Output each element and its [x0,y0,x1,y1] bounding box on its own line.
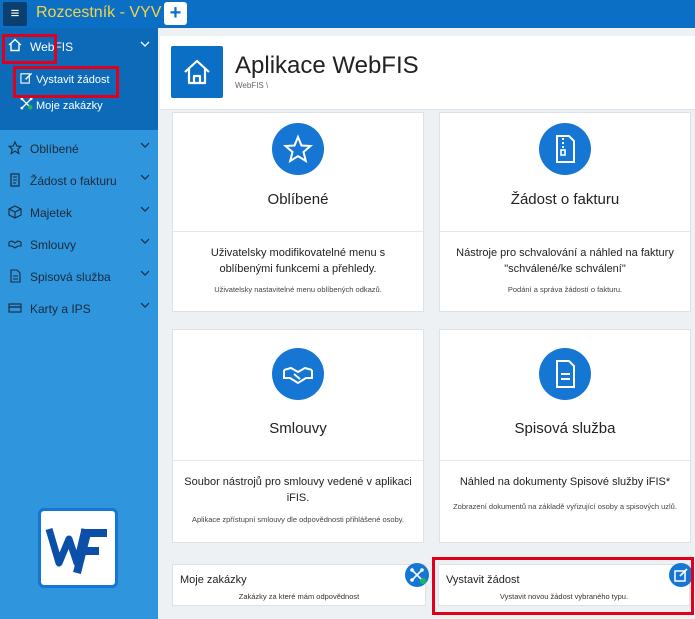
card-icon-circle [272,123,324,175]
sidebar-item-label: WebFIS [30,40,74,54]
card-subtext: Aplikace zpřístupní smlouvy dle odpovědn… [191,515,405,524]
chevron-down-icon[interactable] [140,268,150,278]
card-title: Oblíbené [267,191,329,208]
mini-card-vystavit-zadost[interactable]: Vystavit žádost Vystavit novou žádost vy… [438,563,693,606]
card-title: Smlouvy [269,420,327,437]
card-title: Žádost o fakturu [510,191,620,208]
chevron-down-icon[interactable] [140,300,150,310]
breadcrumb[interactable]: WebFIS \ [235,81,268,90]
network-icon [20,97,33,110]
mini-card-subtext: Zakázky za které mám odpovědnost [238,592,360,601]
card-icon-circle [539,348,591,400]
card-description: Náhled na dokumenty Spisové služby iFIS* [459,476,671,488]
card-icon-circle [539,123,591,175]
chevron-down-icon[interactable] [140,140,150,150]
page-header: Aplikace WebFIS WebFIS \ [160,36,695,110]
mini-card-moje-zakazky[interactable]: Moje zakázky Zakázky za které mám odpově… [172,563,429,606]
sidebar-item-majetek[interactable]: Majetek [0,196,158,228]
sidebar-subitem-label: Vystavit žádost [36,74,110,86]
mini-card-title: Moje zakázky [180,574,247,586]
zip-file-icon [556,135,575,163]
chevron-down-icon[interactable] [140,39,150,49]
mini-card-subtext: Vystavit novou žádost vybraného typu. [499,592,629,601]
card-divider [173,460,423,461]
card-subtext: Uživatelsky nastavitelné menu oblíbených… [214,285,382,294]
card-oblibene[interactable]: Oblíbené Uživatelsky modifikovatelné men… [172,112,424,312]
hamburger-icon[interactable]: ≡ [3,2,27,26]
document-icon [556,360,575,388]
sidebar-item-oblibene[interactable]: Oblíbené [0,132,158,164]
handshake-icon [8,240,22,249]
invoice-icon [10,173,20,187]
sidebar-item-smlouvy[interactable]: Smlouvy [0,228,158,260]
chevron-down-icon[interactable] [140,204,150,214]
mini-card-title: Vystavit žádost [446,574,520,586]
card-spisova-sluzba[interactable]: Spisová služba Náhled na dokumenty Spiso… [439,329,691,543]
top-bar: ≡ Rozcestník - VYV + [0,0,695,28]
card-title: Spisová služba [514,420,616,437]
sidebar-subitem-vystavit-zadost[interactable]: Vystavit žádost [0,68,158,90]
sidebar-subitem-label: Moje zakázky [36,100,103,112]
card-divider [173,231,423,232]
mini-card-badge [405,563,429,587]
home-icon [184,59,210,85]
sidebar-subitem-moje-zakazky[interactable]: Moje zakázky [0,94,158,116]
webfis-logo-icon [45,528,107,574]
sidebar: WebFIS Vystavit žádost Moje zakázky Oblí… [0,28,158,619]
document-icon [10,269,21,283]
card-smlouvy[interactable]: Smlouvy Soubor nástrojů pro smlouvy vede… [172,329,424,543]
app-title: Rozcestník - VYV [36,4,162,21]
card-zadost-o-fakturu[interactable]: Žádost o fakturu Nástroje pro schvalován… [439,112,691,312]
card-description: Uživatelsky modifikovatelné menu s oblíb… [210,247,386,275]
home-tile[interactable] [171,46,223,98]
chevron-down-icon[interactable] [140,172,150,182]
edit-icon [20,72,33,84]
card-divider [440,460,690,461]
network-icon [410,568,426,584]
box-icon [8,205,22,219]
edit-icon [674,568,688,582]
star-icon [282,134,314,164]
sidebar-item-label: Spisová služba [30,270,111,284]
webfis-logo [38,508,118,588]
mini-card-badge [669,563,693,587]
card-icon-circle [272,348,324,400]
sidebar-item-webfis[interactable]: WebFIS [0,28,158,64]
card-subtext: Zobrazení dokumentů na základě vyřizujíc… [453,502,677,511]
card-icon [8,303,22,313]
card-description: Nástroje pro schvalování a náhled na fak… [456,247,674,275]
chevron-down-icon[interactable] [140,236,150,246]
sidebar-item-label: Majetek [30,206,73,220]
sidebar-group-webfis: WebFIS Vystavit žádost Moje zakázky [0,28,158,130]
sidebar-item-label: Smlouvy [30,238,77,252]
card-divider [440,231,690,232]
page-title: Aplikace WebFIS [235,52,419,79]
sidebar-item-spisova-sluzba[interactable]: Spisová služba [0,260,158,292]
card-description: Soubor nástrojů pro smlouvy vedené v apl… [184,476,412,504]
home-icon [8,38,22,52]
star-icon [8,141,22,155]
add-button[interactable]: + [164,2,187,25]
sidebar-item-label: Karty a IPS [30,302,91,316]
plus-icon: + [169,2,182,24]
sidebar-item-label: Oblíbené [30,142,79,156]
sidebar-item-zadost-o-fakturu[interactable]: Žádost o fakturu [0,164,158,196]
sidebar-item-label: Žádost o fakturu [30,174,117,188]
handshake-icon [283,366,313,385]
card-subtext: Podání a správa žádostí o fakturu. [507,285,623,294]
sidebar-item-karty-a-ips[interactable]: Karty a IPS [0,292,158,324]
